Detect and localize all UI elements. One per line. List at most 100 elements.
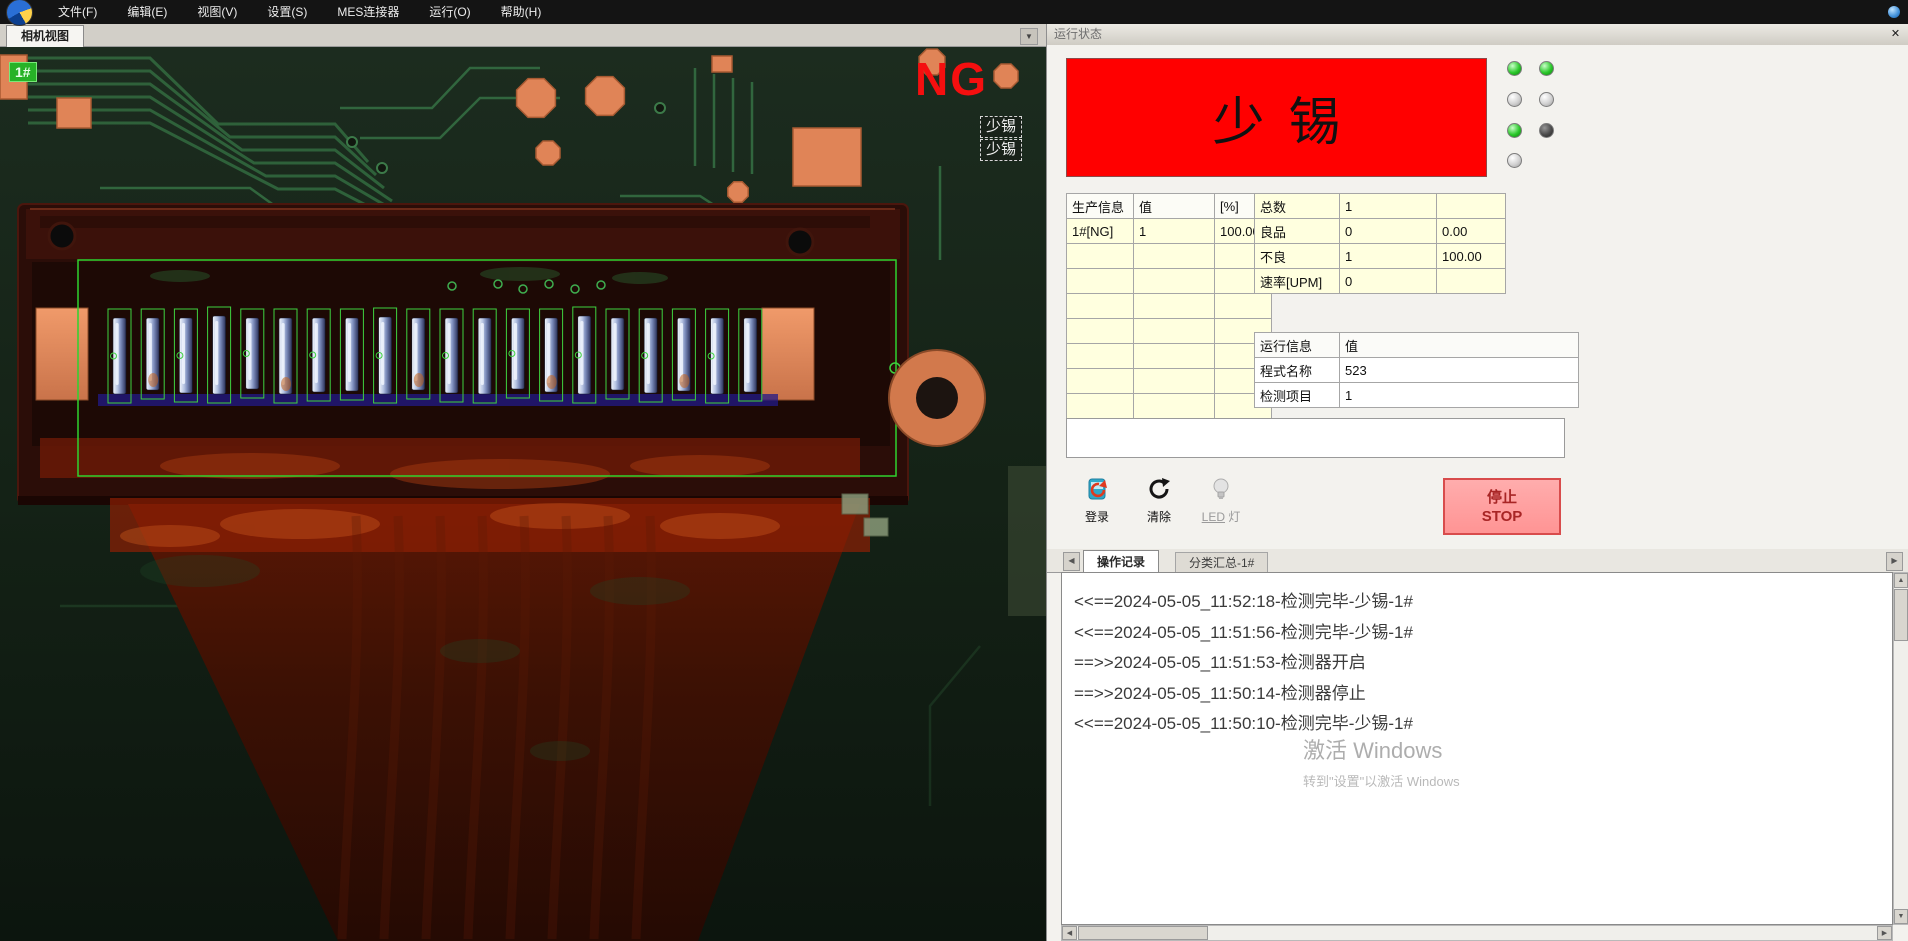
table-cell: 1 [1340, 383, 1579, 408]
camera-image [0, 46, 1046, 941]
log-tabstrip: ◀ 操作记录 分类汇总-1# ▶ [1047, 549, 1908, 573]
table-cell: 检测项目 [1255, 383, 1340, 408]
table-cell [1134, 269, 1215, 294]
clear-icon [1131, 475, 1187, 503]
app-window: 文件(F)编辑(E)视图(V)设置(S)MES连接器运行(O)帮助(H) 相机视… [0, 0, 1908, 941]
clear-label: 清除 [1131, 508, 1187, 525]
message-box [1066, 418, 1565, 458]
scroll-left-icon[interactable]: ◀ [1062, 926, 1077, 940]
table-cell: 100.00 [1437, 244, 1506, 269]
table-cell: 0.00 [1437, 219, 1506, 244]
stop-label-cn: 停止 [1487, 488, 1517, 507]
run-info-table: 运行信息值程式名称523检测项目1 [1254, 332, 1579, 408]
table-cell [1437, 194, 1506, 219]
tab-scroll-right-icon[interactable]: ▶ [1886, 552, 1903, 571]
log-entry: <<==2024-05-05_11:51:56-检测完毕-少锡-1# [1062, 618, 1892, 649]
led-label: LED 灯 [1193, 508, 1249, 525]
horizontal-scrollbar[interactable]: ◀ ▶ [1061, 925, 1893, 941]
table-header-cell: 生产信息 [1067, 194, 1134, 219]
table-cell [1067, 269, 1134, 294]
inspection-result-label: NG [915, 52, 988, 106]
status-lamp-gray [1507, 92, 1522, 107]
clear-button[interactable]: 清除 [1131, 475, 1187, 525]
production-table: 生产信息值[%]1#[NG]1100.00 [1066, 193, 1272, 419]
menu-items: 文件(F)编辑(E)视图(V)设置(S)MES连接器运行(O)帮助(H) [43, 0, 556, 24]
log-entry: <<==2024-05-05_11:52:18-检测完毕-少锡-1# [1062, 587, 1892, 618]
tab-classification-summary[interactable]: 分类汇总-1# [1175, 552, 1268, 573]
status-lamp-green [1539, 61, 1554, 76]
status-panel-body: 少锡 生产信息值[%]1#[NG]1100.00 总数1良品00.00不良110… [1047, 45, 1908, 941]
table-header-cell: 值 [1134, 194, 1215, 219]
status-lamp-dark [1539, 123, 1554, 138]
tab-camera-view[interactable]: 相机视图 [6, 25, 84, 47]
scroll-right-icon[interactable]: ▶ [1877, 926, 1892, 940]
table-cell: 不良 [1255, 244, 1340, 269]
menu-bar: 文件(F)编辑(E)视图(V)设置(S)MES连接器运行(O)帮助(H) [0, 0, 1908, 24]
led-lamp-icon [1193, 475, 1249, 503]
table-cell [1067, 344, 1134, 369]
table-cell [1067, 369, 1134, 394]
table-cell: 523 [1340, 358, 1579, 383]
table-cell: 1 [1340, 194, 1437, 219]
menu-item-5[interactable]: MES连接器 [322, 0, 414, 24]
menu-item-4[interactable]: 设置(S) [252, 0, 322, 24]
status-lamp-gray [1507, 153, 1522, 168]
table-header-cell: 运行信息 [1255, 333, 1340, 358]
log-entry: ==>>2024-05-05_11:50:14-检测器停止 [1062, 679, 1892, 710]
defect-tag-list: 少锡少锡 [980, 116, 1022, 162]
login-button[interactable]: 登录 [1069, 475, 1125, 525]
stop-label-en: STOP [1482, 507, 1523, 526]
scroll-down-icon[interactable]: ▼ [1894, 909, 1908, 924]
defect-tag: 少锡 [980, 139, 1022, 161]
table-cell: 总数 [1255, 194, 1340, 219]
camera-tabstrip: 相机视图 ▼ [0, 24, 1046, 47]
scroll-up-icon[interactable]: ▲ [1894, 573, 1908, 588]
status-panel-title: 运行状态 [1047, 24, 1908, 45]
status-lamp-green [1507, 61, 1522, 76]
menu-item-2[interactable]: 编辑(E) [112, 0, 182, 24]
camera-id-badge: 1# [9, 62, 37, 82]
tab-operation-log[interactable]: 操作记录 [1083, 550, 1159, 574]
window-status-icon [1888, 6, 1900, 18]
menu-item-1[interactable]: 文件(F) [43, 0, 112, 24]
app-logo-icon [6, 0, 33, 26]
tab-scroll-left-icon[interactable]: ◀ [1063, 552, 1080, 571]
vertical-scrollbar[interactable]: ▲ ▼ [1893, 572, 1908, 925]
table-cell [1067, 244, 1134, 269]
status-panel: 运行状态 ✕ 少锡 生产信息值[%]1#[NG]1100.00 总数1良品00.… [1046, 24, 1908, 941]
table-cell: 良品 [1255, 219, 1340, 244]
stop-button[interactable]: 停止 STOP [1443, 478, 1561, 535]
login-icon [1069, 475, 1125, 503]
table-cell [1134, 344, 1215, 369]
table-cell [1437, 269, 1506, 294]
table-cell [1134, 319, 1215, 344]
table-cell: 1 [1340, 244, 1437, 269]
table-cell: 0 [1340, 269, 1437, 294]
table-cell: 程式名称 [1255, 358, 1340, 383]
table-cell [1067, 294, 1134, 319]
menu-item-6[interactable]: 运行(O) [414, 0, 485, 24]
horizontal-scroll-thumb[interactable] [1078, 926, 1208, 940]
status-lamp-gray [1539, 92, 1554, 107]
vertical-scroll-thumb[interactable] [1894, 589, 1908, 641]
table-cell [1134, 394, 1215, 419]
table-cell: 1#[NG] [1067, 219, 1134, 244]
status-panel-titlebar: 运行状态 ✕ [1047, 24, 1908, 46]
operation-log-list: <<==2024-05-05_11:52:18-检测完毕-少锡-1#<<==20… [1061, 572, 1893, 925]
chevron-down-icon[interactable]: ▼ [1020, 28, 1038, 45]
login-label: 登录 [1069, 508, 1125, 525]
menu-item-3[interactable]: 视图(V) [182, 0, 252, 24]
table-cell [1134, 369, 1215, 394]
log-entry: <<==2024-05-05_11:50:10-检测完毕-少锡-1# [1062, 709, 1892, 740]
log-entry: ==>>2024-05-05_11:51:53-检测器开启 [1062, 648, 1892, 679]
table-cell: 1 [1134, 219, 1215, 244]
status-lamp-green [1507, 123, 1522, 138]
summary-table: 总数1良品00.00不良1100.00速率[UPM]0 [1254, 193, 1506, 294]
menu-item-7[interactable]: 帮助(H) [486, 0, 557, 24]
defect-tag: 少锡 [980, 116, 1022, 138]
table-cell [1134, 294, 1215, 319]
table-cell [1067, 394, 1134, 419]
close-icon[interactable]: ✕ [1887, 26, 1904, 42]
camera-view: 1# NG 少锡少锡 [0, 46, 1046, 941]
led-button[interactable]: LED 灯 [1193, 475, 1249, 525]
